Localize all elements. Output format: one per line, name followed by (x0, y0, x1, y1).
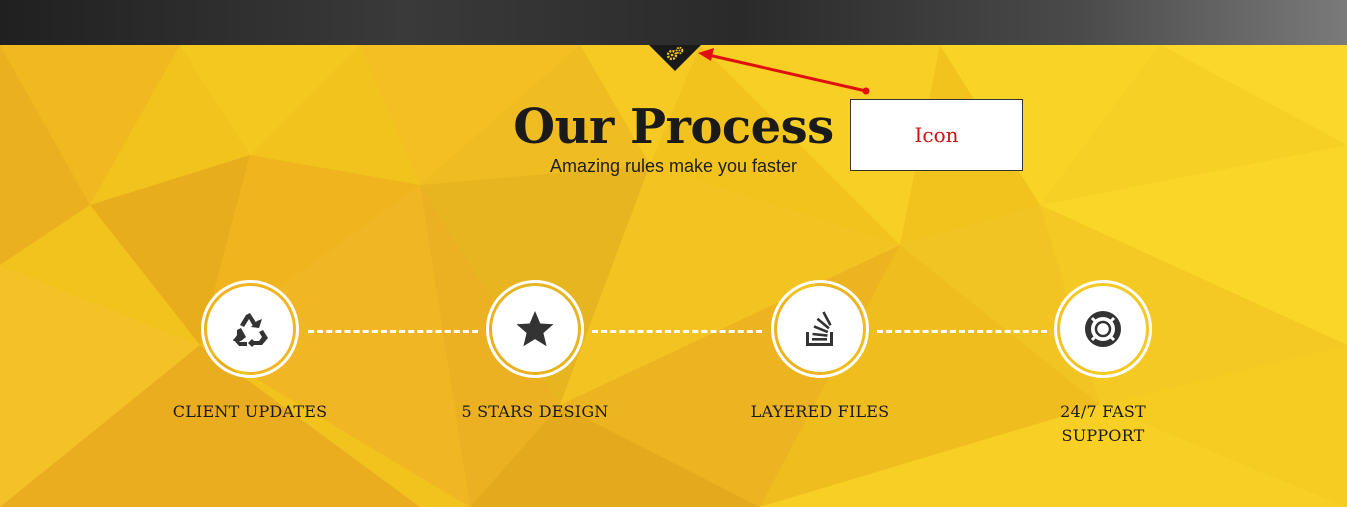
connector-line (877, 330, 1047, 333)
step-icon-circle (492, 286, 578, 372)
connector-line (592, 330, 762, 333)
step-icon-ring (486, 280, 584, 378)
step-icon-ring (771, 280, 869, 378)
step-icon-circle (207, 286, 293, 372)
step-label: 24/7 FAST SUPPORT (1060, 402, 1146, 445)
stack-overflow-icon (806, 311, 833, 346)
recycle-icon (233, 313, 268, 347)
step-label: CLIENT UPDATES (172, 402, 328, 421)
step-icon-ring (1054, 280, 1152, 378)
process-step-24-7-fast-support: 24/7 FAST SUPPORT (1023, 280, 1183, 448)
process-step-5-stars-design: 5 STARS DESIGN (455, 280, 615, 424)
process-step-layered-files: LAYERED FILES (740, 280, 900, 424)
gears-icon (666, 46, 684, 61)
step-label: 5 STARS DESIGN (461, 402, 609, 421)
step-icon-ring (201, 280, 299, 378)
star-icon (516, 311, 554, 347)
header-image-strip (0, 0, 1347, 45)
process-section: Our Process Amazing rules make you faste… (0, 0, 1347, 507)
section-title: Our Process (513, 99, 834, 155)
step-icon-circle (1060, 286, 1146, 372)
step-label: LAYERED FILES (750, 402, 890, 421)
life-ring-icon (1085, 311, 1121, 347)
annotation-arrow (698, 48, 870, 95)
annotation-callout: Icon (850, 99, 1023, 171)
annotation-label: Icon (914, 123, 959, 147)
process-step-client-updates: CLIENT UPDATES (170, 280, 330, 424)
connector-line (308, 330, 478, 333)
section-subtitle: Amazing rules make you faster (549, 156, 798, 176)
step-icon-circle (777, 286, 863, 372)
